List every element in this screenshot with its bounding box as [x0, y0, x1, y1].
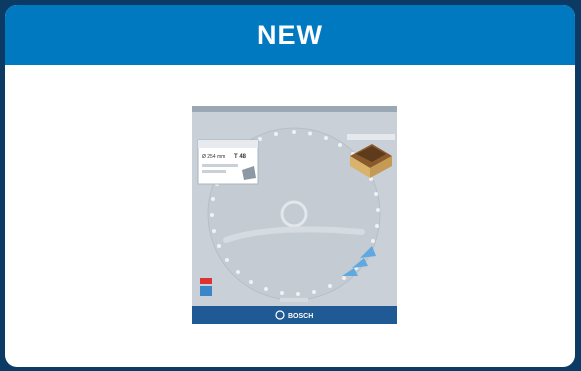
page-background: NEW Ø 254 mm T 48 BOSCH — [0, 0, 581, 371]
blue-badge — [200, 286, 212, 296]
product-card[interactable]: NEW Ø 254 mm T 48 BOSCH — [5, 5, 575, 367]
red-badge — [200, 278, 212, 284]
saw-blade-packaging-illustration: Ø 254 mm T 48 BOSCH — [192, 106, 397, 324]
product-label-size: Ø 254 mm — [202, 154, 225, 160]
card-header: NEW — [5, 5, 575, 65]
brand-name: BOSCH — [288, 313, 313, 320]
new-badge-title: NEW — [257, 19, 323, 50]
product-image[interactable]: Ø 254 mm T 48 BOSCH — [192, 106, 397, 324]
product-label-teeth: T 48 — [234, 154, 247, 160]
